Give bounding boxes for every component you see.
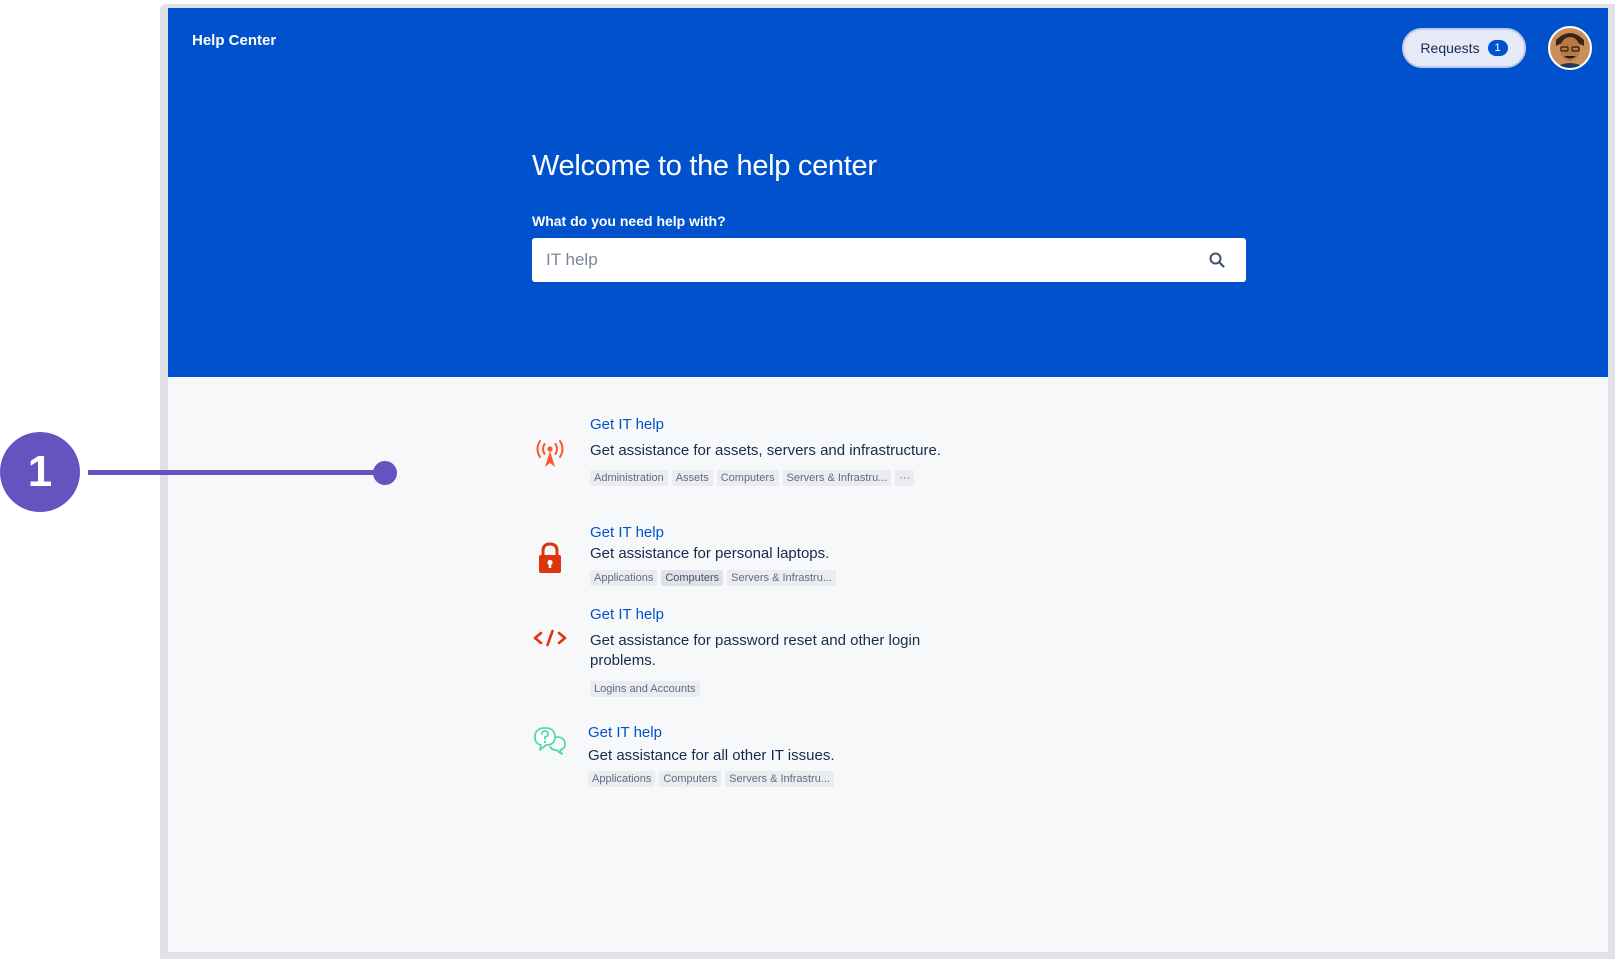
tag-servers-infrastructure[interactable]: Servers & Infrastru... xyxy=(782,470,892,486)
help-center-link[interactable]: Help Center xyxy=(192,32,276,49)
lock-icon xyxy=(539,542,561,573)
hero-banner: Help Center Requests 1 Welcome to the he… xyxy=(168,8,1608,377)
requests-count-badge: 1 xyxy=(1487,40,1508,56)
callout-connector-line xyxy=(88,470,384,475)
tag-assets[interactable]: Assets xyxy=(671,470,713,486)
callout-pointer-dot xyxy=(373,461,397,485)
search-input[interactable] xyxy=(532,238,1172,282)
tag-logins-accounts[interactable]: Logins and Accounts xyxy=(590,681,700,697)
tag-servers-infrastructure[interactable]: Servers & Infrastru... xyxy=(727,570,836,586)
tag-list: Applications Computers Servers & Infrast… xyxy=(588,771,834,787)
request-type-description: Get assistance for assets, servers and i… xyxy=(590,442,941,459)
tag-list: Administration Assets Computers Servers … xyxy=(590,470,915,486)
tag-servers-infrastructure[interactable]: Servers & Infrastru... xyxy=(725,771,834,787)
tag-list: Logins and Accounts xyxy=(590,681,700,697)
callout-number-badge: 1 xyxy=(0,432,80,512)
more-tags-button[interactable]: ··· xyxy=(895,470,915,486)
code-icon xyxy=(533,629,567,647)
search-box xyxy=(532,238,1246,282)
tag-administration[interactable]: Administration xyxy=(590,470,668,486)
broadcast-tower-icon xyxy=(536,440,564,467)
user-avatar[interactable] xyxy=(1548,26,1592,70)
request-type-description: Get assistance for personal laptops. xyxy=(590,545,830,562)
tag-list: Applications Computers Servers & Infrast… xyxy=(590,570,836,586)
tag-computers[interactable]: Computers xyxy=(661,570,724,586)
tag-applications[interactable]: Applications xyxy=(588,771,656,787)
search-icon[interactable] xyxy=(1208,251,1226,269)
requests-button[interactable]: Requests 1 xyxy=(1402,28,1526,68)
request-type-title[interactable]: Get IT help xyxy=(590,606,664,623)
requests-label: Requests xyxy=(1420,40,1480,56)
page-title: Welcome to the help center xyxy=(532,150,877,182)
request-type-description: Get assistance for all other IT issues. xyxy=(588,747,835,764)
tag-computers[interactable]: Computers xyxy=(659,771,722,787)
question-chat-icon xyxy=(534,727,566,755)
tag-applications[interactable]: Applications xyxy=(590,570,658,586)
request-type-title[interactable]: Get IT help xyxy=(590,524,664,541)
request-type-title[interactable]: Get IT help xyxy=(590,416,664,433)
search-label: What do you need help with? xyxy=(532,213,726,229)
avatar-portrait-icon xyxy=(1550,28,1590,68)
request-type-title[interactable]: Get IT help xyxy=(588,724,662,741)
request-type-description: Get assistance for password reset and ot… xyxy=(590,632,921,669)
tag-computers[interactable]: Computers xyxy=(716,470,779,486)
